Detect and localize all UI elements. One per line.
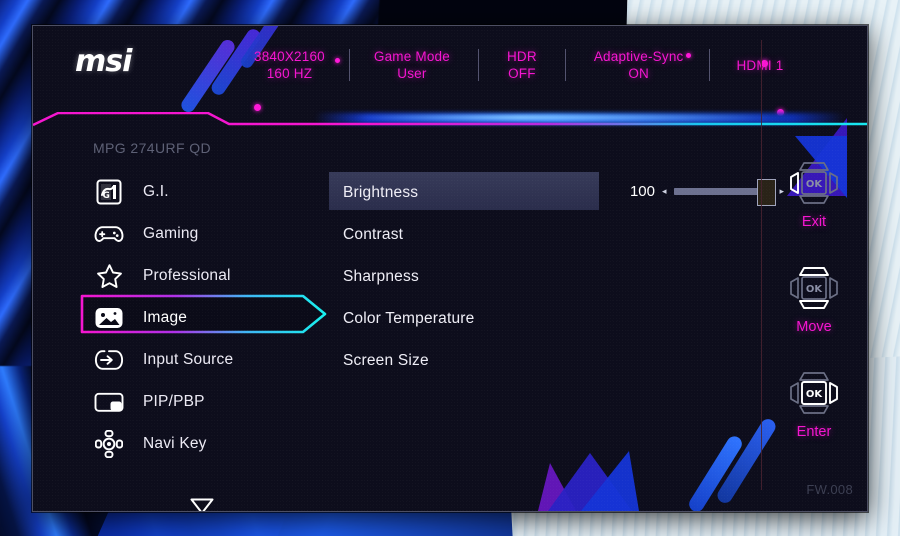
status-adaptive-sync-value: ON bbox=[628, 66, 649, 81]
slider-decrease-arrow-icon[interactable]: ◂ bbox=[662, 186, 667, 196]
decor-triangle-blue-1 bbox=[548, 453, 632, 511]
joystick-left-icon: OK bbox=[761, 154, 867, 212]
header-accent-line bbox=[33, 112, 867, 128]
sidebar-item-professional[interactable]: Professional bbox=[79, 255, 329, 297]
navkey-exit[interactable]: OK Exit bbox=[761, 154, 867, 230]
svg-text:OK: OK bbox=[806, 284, 824, 295]
sidebar-item-pip-pbp[interactable]: PIP/PBP bbox=[79, 381, 329, 423]
status-resolution: 3840X2160 160 HZ bbox=[248, 48, 331, 82]
input-arrow-icon bbox=[93, 344, 125, 376]
sidebar-item-pip-pbp-label: PIP/PBP bbox=[143, 393, 205, 410]
header-divider-2 bbox=[477, 49, 479, 81]
header-divider-1 bbox=[348, 49, 350, 81]
picture-icon bbox=[93, 302, 125, 334]
sidebar-item-input-source-label: Input Source bbox=[143, 351, 234, 368]
header-divider-3 bbox=[564, 49, 566, 81]
status-game-mode-label: Game Mode bbox=[373, 49, 450, 64]
setting-row-brightness[interactable]: Brightness 100 ◂ ▸ bbox=[329, 172, 809, 214]
osd-sidebar: G G.I. Gaming Professional Image Input S… bbox=[79, 171, 329, 465]
navkey-enter[interactable]: OK Enter bbox=[761, 364, 867, 440]
navkey-move-label: Move bbox=[796, 319, 832, 335]
setting-row-screen-size[interactable]: Screen Size bbox=[329, 340, 809, 382]
sidebar-item-gaming[interactable]: Gaming bbox=[79, 213, 329, 255]
status-hdr-value: OFF bbox=[508, 66, 536, 81]
sidebar-item-image-label: Image bbox=[143, 309, 188, 326]
gaming-intelligence-icon: G bbox=[93, 176, 125, 208]
svg-text:OK: OK bbox=[806, 389, 824, 400]
navi-key-icon bbox=[93, 428, 125, 460]
sidebar-item-input-source[interactable]: Input Source bbox=[79, 339, 329, 381]
navkey-enter-label: Enter bbox=[796, 424, 832, 440]
monitor-model-label: MPG 274URF QD bbox=[93, 140, 211, 156]
navkey-hint-bar: OK Exit OK Move OK Enter FW.008 bbox=[761, 26, 867, 511]
sidebar-item-gi-label: G.I. bbox=[143, 183, 169, 200]
decor-dot-2 bbox=[254, 104, 261, 111]
setting-contrast-label: Contrast bbox=[343, 226, 404, 243]
status-refresh-rate-value: 160 HZ bbox=[266, 66, 313, 81]
status-adaptive-sync-label: Adaptive-Sync bbox=[593, 49, 684, 64]
sidebar-item-navi-key-label: Navi Key bbox=[143, 435, 207, 452]
sidebar-item-gaming-label: Gaming bbox=[143, 225, 199, 242]
star-icon bbox=[93, 260, 125, 292]
pip-pbp-icon bbox=[93, 386, 125, 418]
status-hdr-label: HDR bbox=[506, 49, 537, 64]
setting-color-temperature-label: Color Temperature bbox=[343, 310, 475, 327]
setting-screen-size-label: Screen Size bbox=[343, 352, 429, 369]
slider-fill bbox=[673, 187, 766, 195]
decor-triangle-purple bbox=[538, 463, 576, 511]
sidebar-item-professional-label: Professional bbox=[143, 267, 231, 284]
status-resolution-value: 3840X2160 bbox=[254, 49, 325, 64]
setting-brightness-label: Brightness bbox=[343, 184, 419, 201]
status-adaptive-sync: Adaptive-Sync ON bbox=[588, 48, 690, 82]
setting-row-sharpness[interactable]: Sharpness bbox=[329, 256, 809, 298]
sidebar-item-gi[interactable]: G G.I. bbox=[79, 171, 329, 213]
brightness-value: 100 bbox=[629, 182, 655, 200]
setting-sharpness-label: Sharpness bbox=[343, 268, 419, 285]
decor-triangle-blue-2 bbox=[581, 451, 639, 511]
status-game-mode: Game Mode User bbox=[368, 48, 456, 82]
firmware-version: FW.008 bbox=[806, 482, 853, 497]
status-hdr: HDR OFF bbox=[501, 48, 543, 82]
svg-text:G: G bbox=[103, 191, 110, 201]
settings-list: Brightness 100 ◂ ▸ Contrast Sharpness Co… bbox=[329, 172, 809, 382]
navkey-move[interactable]: OK Move bbox=[761, 259, 867, 335]
decor-bar-1 bbox=[686, 433, 745, 511]
status-game-mode-value: User bbox=[397, 66, 427, 81]
sidebar-item-image[interactable]: Image bbox=[79, 294, 329, 339]
header-divider-4 bbox=[709, 49, 711, 81]
svg-text:OK: OK bbox=[806, 179, 824, 190]
msi-logo: msi bbox=[75, 44, 132, 79]
gamepad-icon bbox=[93, 218, 125, 250]
osd-panel: msi 3840X2160 160 HZ Game Mode User HDR … bbox=[32, 25, 868, 512]
joystick-updown-icon: OK bbox=[761, 259, 867, 317]
navkey-exit-label: Exit bbox=[801, 214, 827, 230]
sidebar-item-navi-key[interactable]: Navi Key bbox=[79, 423, 329, 465]
joystick-ok-icon: OK bbox=[761, 364, 867, 422]
setting-row-contrast[interactable]: Contrast bbox=[329, 214, 809, 256]
slider-track[interactable] bbox=[673, 178, 776, 206]
setting-row-color-temperature[interactable]: Color Temperature bbox=[329, 298, 809, 340]
chevron-down-icon[interactable] bbox=[188, 496, 218, 511]
osd-header: msi 3840X2160 160 HZ Game Mode User HDR … bbox=[33, 26, 867, 116]
